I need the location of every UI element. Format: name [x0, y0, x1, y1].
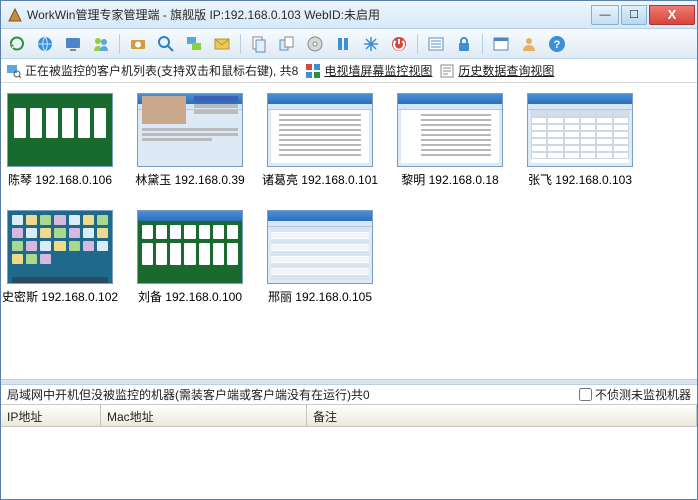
column-note[interactable]: 备注	[307, 405, 697, 426]
client-caption: 林黛玉 192.168.0.39	[135, 171, 244, 188]
help-icon: ?	[548, 35, 566, 53]
disc-button[interactable]	[303, 32, 327, 56]
infobar: 正在被监控的客户机列表(支持双击和鼠标右键), 共8 电视墙屏幕监控视图 历史数…	[1, 59, 697, 83]
window-title: WorkWin管理专家管理端 - 旗舰版 IP:192.168.0.103 We…	[27, 6, 589, 23]
client-screenshot[interactable]	[267, 210, 373, 284]
client-caption: 张飞 192.168.0.103	[528, 171, 632, 188]
search-icon	[157, 35, 175, 53]
remote-icon	[185, 35, 203, 53]
app-icon	[7, 7, 23, 23]
history-segment[interactable]: 历史数据查询视图	[440, 62, 554, 79]
files-icon	[250, 35, 268, 53]
unmonitored-label: 局域网中开机但没被监控的机器(需装客户端或客户端没有在运行)共0	[7, 386, 370, 403]
schedule-button[interactable]	[489, 32, 513, 56]
client-thumbnail[interactable]: 诸葛亮 192.168.0.101	[267, 93, 373, 188]
copy-icon	[278, 35, 296, 53]
client-screenshot[interactable]	[7, 93, 113, 167]
client-caption: 刘备 192.168.0.100	[138, 288, 242, 305]
thumbnails-area: 陈琴 192.168.0.106 林黛玉 192.168.0.39 诸葛亮 192.…	[1, 83, 697, 379]
client-thumbnail[interactable]: 林黛玉 192.168.0.39	[137, 93, 243, 188]
no-detect-checkbox-wrap[interactable]: 不侦测未监视机器	[579, 386, 691, 403]
user-icon	[520, 35, 538, 53]
column-mac[interactable]: Mac地址	[101, 405, 307, 426]
lock-icon	[455, 35, 473, 53]
pause-icon	[334, 35, 352, 53]
client-screenshot[interactable]	[527, 93, 633, 167]
window-controls: — ☐ X	[589, 5, 695, 25]
maximize-button[interactable]: ☐	[621, 5, 647, 25]
tv-wall-icon	[306, 64, 320, 78]
client-caption: 陈琴 192.168.0.106	[8, 171, 112, 188]
minimize-button[interactable]: —	[591, 5, 619, 25]
client-caption: 黎明 192.168.0.18	[401, 171, 498, 188]
close-button[interactable]: X	[649, 5, 695, 25]
remote-button[interactable]	[182, 32, 206, 56]
copy-button[interactable]	[275, 32, 299, 56]
refresh-button[interactable]	[5, 32, 29, 56]
camera-icon	[129, 35, 147, 53]
client-list-segment: 正在被监控的客户机列表(支持双击和鼠标右键), 共8	[7, 62, 298, 79]
monitor-magnify-icon	[7, 64, 21, 78]
client-thumbnail[interactable]: 史密斯 192.168.0.102	[7, 210, 113, 305]
mail-button[interactable]	[210, 32, 234, 56]
monitor-settings-button[interactable]	[61, 32, 85, 56]
toolbar: ?	[1, 29, 697, 59]
client-thumbnail[interactable]: 张飞 192.168.0.103	[527, 93, 633, 188]
client-screenshot[interactable]	[397, 93, 503, 167]
history-icon	[440, 64, 454, 78]
search-button[interactable]	[154, 32, 178, 56]
client-thumbnail[interactable]: 邢丽 192.168.0.105	[267, 210, 373, 305]
client-screenshot[interactable]	[137, 210, 243, 284]
users-icon	[92, 35, 110, 53]
client-screenshot[interactable]	[7, 210, 113, 284]
client-thumbnail[interactable]: 陈琴 192.168.0.106	[7, 93, 113, 188]
freeze-button[interactable]	[359, 32, 383, 56]
power-button[interactable]	[387, 32, 411, 56]
monitor-settings-icon	[64, 35, 82, 53]
refresh-icon	[8, 35, 26, 53]
tv-wall-link[interactable]: 电视墙屏幕监控视图	[324, 62, 432, 79]
globe-icon	[36, 35, 54, 53]
camera-button[interactable]	[126, 32, 150, 56]
list-icon	[427, 35, 445, 53]
client-screenshot[interactable]	[267, 93, 373, 167]
pause-button[interactable]	[331, 32, 355, 56]
client-caption: 史密斯 192.168.0.102	[2, 288, 118, 305]
snowflake-icon	[362, 35, 380, 53]
no-detect-checkbox[interactable]	[579, 388, 592, 401]
thumbnails-grid: 陈琴 192.168.0.106 林黛玉 192.168.0.39 诸葛亮 192.…	[7, 93, 691, 305]
main-window: WorkWin管理专家管理端 - 旗舰版 IP:192.168.0.103 We…	[0, 0, 698, 500]
users-button[interactable]	[89, 32, 113, 56]
schedule-icon	[492, 35, 510, 53]
client-thumbnail[interactable]: 刘备 192.168.0.100	[137, 210, 243, 305]
client-caption: 邢丽 192.168.0.105	[268, 288, 372, 305]
unmonitored-bar: 局域网中开机但没被监控的机器(需装客户端或客户端没有在运行)共0 不侦测未监视机…	[1, 385, 697, 405]
lock-button[interactable]	[452, 32, 476, 56]
tv-wall-segment[interactable]: 电视墙屏幕监控视图	[306, 62, 432, 79]
globe-button[interactable]	[33, 32, 57, 56]
svg-text:?: ?	[554, 39, 561, 51]
no-detect-label: 不侦测未监视机器	[595, 386, 691, 403]
disc-icon	[306, 35, 324, 53]
history-link[interactable]: 历史数据查询视图	[458, 62, 554, 79]
files-button[interactable]	[247, 32, 271, 56]
help-button[interactable]: ?	[545, 32, 569, 56]
unmonitored-table-body	[1, 427, 697, 499]
power-icon	[390, 35, 408, 53]
client-list-label: 正在被监控的客户机列表(支持双击和鼠标右键), 共8	[25, 62, 298, 79]
list-button[interactable]	[424, 32, 448, 56]
mail-icon	[213, 35, 231, 53]
client-thumbnail[interactable]: 黎明 192.168.0.18	[397, 93, 503, 188]
unmonitored-table-header: IP地址 Mac地址 备注	[1, 405, 697, 427]
user-button[interactable]	[517, 32, 541, 56]
column-ip[interactable]: IP地址	[1, 405, 101, 426]
titlebar: WorkWin管理专家管理端 - 旗舰版 IP:192.168.0.103 We…	[1, 1, 697, 29]
client-caption: 诸葛亮 192.168.0.101	[262, 171, 378, 188]
client-screenshot[interactable]	[137, 93, 243, 167]
